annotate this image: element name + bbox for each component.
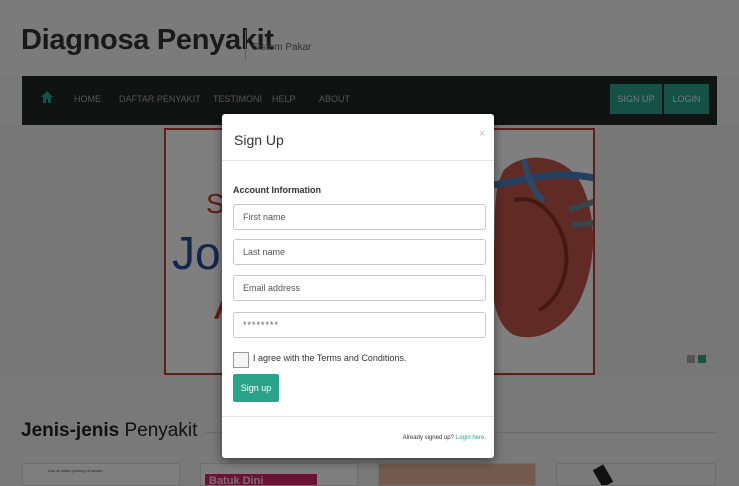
account-info-heading: Account Information (233, 185, 321, 195)
signup-modal: Sign Up × Account Information I agree wi… (222, 114, 494, 458)
last-name-input[interactable] (233, 239, 486, 265)
modal-header: Sign Up × (222, 114, 494, 161)
terms-checkbox[interactable] (233, 352, 249, 368)
first-name-input[interactable] (233, 204, 486, 230)
email-input[interactable] (233, 275, 486, 301)
password-input[interactable] (233, 312, 486, 338)
close-icon[interactable]: × (479, 128, 485, 140)
modal-footer: Already signed up? Login here. (222, 416, 494, 458)
modal-title: Sign Up (234, 132, 284, 148)
footer-text: Already signed up? Login here. (403, 435, 486, 441)
footer-prompt: Already signed up? (402, 435, 454, 441)
login-link[interactable]: Login here. (456, 435, 486, 441)
terms-label: I agree with the Terms and Conditions. (253, 353, 407, 363)
signup-button[interactable]: Sign up (233, 374, 279, 402)
